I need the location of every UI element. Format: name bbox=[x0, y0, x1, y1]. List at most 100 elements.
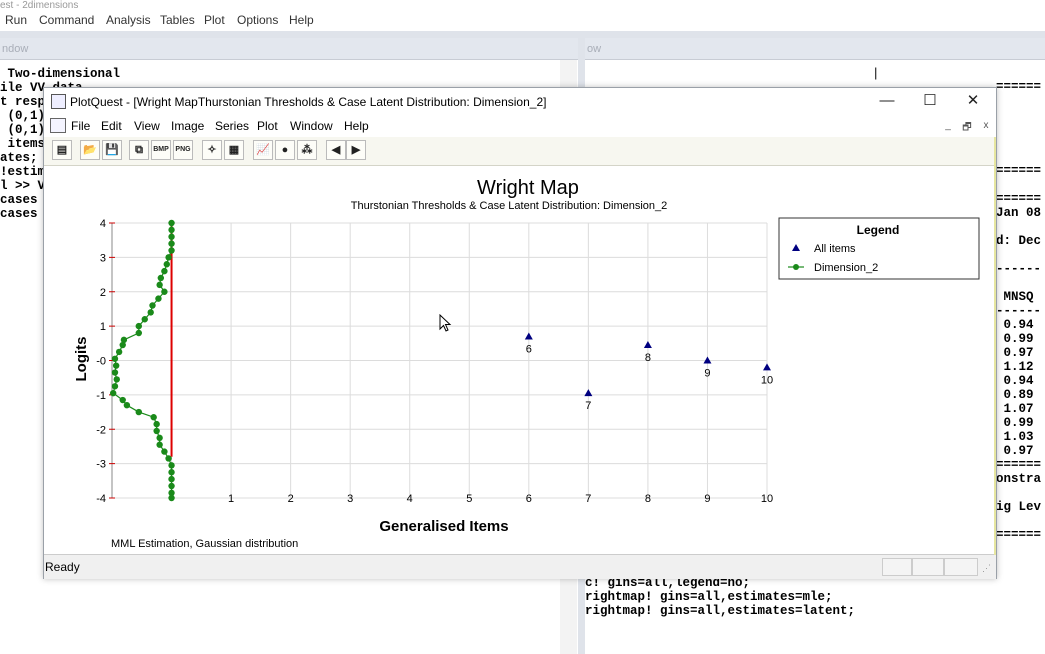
status-cell bbox=[912, 558, 944, 576]
dimension-2-point bbox=[161, 288, 168, 295]
output-line: 1.07 bbox=[996, 402, 1034, 416]
maximize-button[interactable]: ☐ bbox=[917, 92, 943, 110]
bg-menu-run[interactable]: Run bbox=[5, 13, 27, 27]
splitter-top bbox=[0, 31, 1045, 38]
data-icon[interactable]: ⁂ bbox=[297, 140, 317, 160]
output-line: 0.97 bbox=[996, 444, 1034, 458]
dimension-2-point bbox=[168, 226, 175, 234]
y-axis-label: Logits bbox=[73, 337, 90, 382]
copy-icon[interactable]: ⧉ bbox=[129, 140, 149, 160]
chart-footnote: MML Estimation, Gaussian distribution bbox=[111, 538, 298, 550]
child-close-button[interactable]: x bbox=[979, 120, 993, 131]
output-line: 0.97 bbox=[996, 346, 1034, 360]
output-line: ====== bbox=[996, 192, 1042, 206]
window-edge bbox=[994, 137, 996, 555]
menu-window[interactable]: Window bbox=[290, 119, 333, 133]
dimension-2-point bbox=[111, 355, 119, 362]
output-line: ====== bbox=[996, 458, 1042, 472]
dimension-2-point bbox=[156, 434, 163, 442]
chart-subtitle: Thurstonian Thresholds & Case Latent Dis… bbox=[351, 200, 668, 212]
dimension-2-point bbox=[168, 462, 175, 469]
bg-menu-help[interactable]: Help bbox=[289, 13, 314, 27]
dimension-2-point bbox=[135, 408, 142, 416]
y-tick-label: -1 bbox=[96, 390, 106, 402]
legend-marker-dimension-2 bbox=[793, 264, 799, 270]
bg-menu-options[interactable]: Options bbox=[237, 13, 278, 27]
status-text: Ready bbox=[45, 560, 80, 574]
prev-icon[interactable]: ◀ bbox=[326, 140, 346, 160]
menu-image[interactable]: Image bbox=[171, 119, 204, 133]
wand-icon[interactable]: ✧ bbox=[202, 140, 222, 160]
png-button[interactable]: PNG bbox=[173, 140, 193, 160]
item-marker bbox=[584, 389, 593, 397]
plotquest-window: PlotQuest - [Wright MapThurstonian Thres… bbox=[43, 87, 997, 579]
wright-map-chart: Wright MapThurstonian Thresholds & Case … bbox=[73, 177, 980, 550]
dimension-2-point bbox=[156, 441, 163, 448]
bg-menu-plot[interactable]: Plot bbox=[204, 13, 225, 27]
bg-menu-tables[interactable]: Tables bbox=[160, 13, 195, 27]
dimension-2-point bbox=[115, 348, 123, 356]
resize-grip-icon[interactable]: ⋰ bbox=[982, 563, 992, 575]
dimension-2-point bbox=[155, 295, 162, 302]
item-marker bbox=[643, 341, 652, 349]
right-pane-title: ow bbox=[585, 38, 1045, 60]
y-tick-label: 1 bbox=[100, 321, 106, 333]
item-marker bbox=[763, 363, 771, 371]
x-tick-label: 9 bbox=[704, 493, 710, 505]
child-minimize-button[interactable]: _ bbox=[941, 120, 955, 131]
menu-plot[interactable]: Plot bbox=[257, 119, 278, 133]
right-pane-output: ====== ====== ====== Jan 08 d: Dec ------… bbox=[996, 80, 1041, 542]
open-icon[interactable]: 📂 bbox=[80, 140, 100, 160]
output-line: Two-dimensional bbox=[0, 67, 121, 81]
dimension-2-point bbox=[141, 316, 148, 323]
bg-menu-analysis[interactable]: Analysis bbox=[106, 13, 151, 27]
dimension-2-point bbox=[168, 494, 175, 502]
bg-menu-command[interactable]: Command bbox=[39, 13, 94, 27]
new-icon[interactable]: ▤ bbox=[52, 140, 72, 160]
menu-help[interactable]: Help bbox=[344, 119, 369, 133]
minimize-button[interactable]: — bbox=[874, 92, 900, 110]
colors-icon[interactable]: ● bbox=[275, 140, 295, 160]
menu-file[interactable]: File bbox=[71, 119, 90, 133]
mouse-cursor-icon bbox=[439, 314, 452, 332]
menu-series[interactable]: Series bbox=[215, 119, 249, 133]
child-restore-button[interactable]: 🗗 bbox=[960, 120, 974, 137]
plotquest-titlebar[interactable]: PlotQuest - [Wright MapThurstonian Thres… bbox=[44, 88, 996, 115]
x-tick-label: 2 bbox=[288, 493, 294, 505]
plotquest-toolbar: ▤ 📂 💾 ⧉ BMP PNG ✧ ▦ 📈 ● ⁂ ◀ ▶ bbox=[44, 137, 996, 166]
dimension-2-point bbox=[161, 267, 168, 275]
command-line: rightmap! gins=all,estimates=mle; bbox=[585, 590, 833, 604]
output-line: 1.03 bbox=[996, 430, 1034, 444]
dimension-2-point bbox=[168, 475, 175, 483]
command-line: rightmap! gins=all,estimates=latent; bbox=[585, 604, 856, 618]
right-pane-commands: c! gins=all,legend=no; rightmap! gins=all… bbox=[585, 576, 855, 618]
output-line: 1.12 bbox=[996, 360, 1034, 374]
next-icon[interactable]: ▶ bbox=[346, 140, 366, 160]
chart-icon[interactable]: 📈 bbox=[253, 140, 273, 160]
bmp-button[interactable]: BMP bbox=[151, 140, 171, 160]
status-cell bbox=[882, 558, 912, 576]
x-tick-label: 7 bbox=[585, 493, 591, 505]
item-label: 7 bbox=[585, 400, 591, 412]
child-window-icon[interactable] bbox=[50, 118, 66, 133]
y-tick-label: -2 bbox=[96, 424, 106, 436]
menu-edit[interactable]: Edit bbox=[101, 119, 122, 133]
y-tick-label: -3 bbox=[96, 459, 106, 471]
save-icon[interactable]: 💾 bbox=[102, 140, 122, 160]
output-line: ====== bbox=[996, 528, 1042, 542]
x-tick-label: 8 bbox=[645, 493, 651, 505]
x-tick-label: 3 bbox=[347, 493, 353, 505]
close-button[interactable]: ✕ bbox=[960, 92, 986, 110]
dimension-2-point bbox=[111, 383, 119, 390]
dimension-2-point bbox=[168, 240, 175, 247]
properties-icon[interactable]: ▦ bbox=[224, 140, 244, 160]
dimension-2-point bbox=[156, 281, 163, 289]
legend-title: Legend bbox=[857, 223, 900, 237]
menu-view[interactable]: View bbox=[134, 119, 160, 133]
y-tick-label: -4 bbox=[96, 493, 106, 505]
